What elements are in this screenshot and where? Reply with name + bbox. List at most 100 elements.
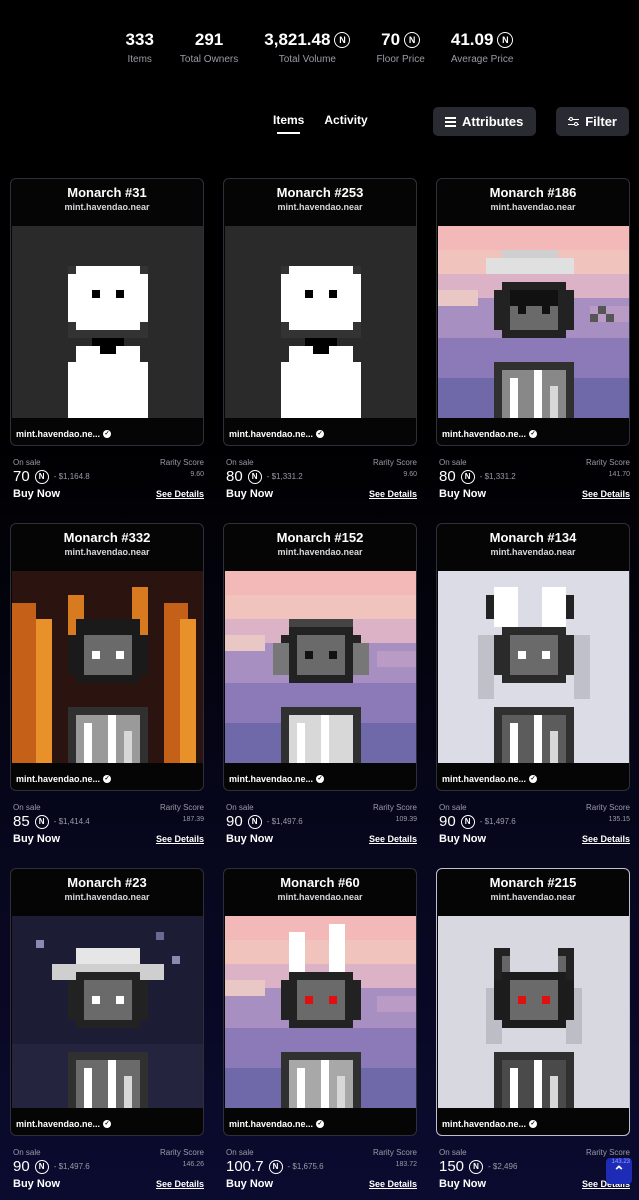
pixel-art (12, 916, 203, 1108)
rarity-label: Rarity Score (372, 458, 417, 467)
nft-image[interactable] (12, 226, 203, 418)
card-collection: mint.havendao.near (490, 202, 576, 212)
nft-image[interactable] (225, 916, 416, 1108)
on-sale-label: On sale (226, 1148, 254, 1157)
buy-now-button[interactable]: Buy Now (439, 488, 486, 500)
card-frame[interactable]: Monarch #253 mint.havendao.near mint.hav… (223, 178, 417, 446)
chevron-up-icon: ⌃ (613, 1162, 625, 1179)
buy-now-button[interactable]: Buy Now (439, 1178, 486, 1190)
pixel-art (438, 916, 629, 1108)
card-frame[interactable]: Monarch #186 mint.havendao.near mint.hav… (436, 178, 630, 446)
price-value: 85 (13, 813, 30, 830)
verified-icon: ✓ (316, 430, 325, 438)
card-frame[interactable]: Monarch #134 mint.havendao.near mint.hav… (436, 523, 630, 791)
nft-card[interactable]: Monarch #215 mint.havendao.near mint.hav… (436, 868, 630, 1190)
card-frame[interactable]: Monarch #332 mint.havendao.near mint.hav… (10, 523, 204, 791)
filter-label: Filter (585, 114, 617, 129)
card-owner: mint.havendao.ne... ✓ (16, 1119, 112, 1129)
price: 90 N - $1,497.6 (13, 1158, 90, 1175)
card-collection: mint.havendao.near (64, 892, 150, 902)
filter-button[interactable]: Filter (556, 107, 629, 136)
rarity-label: Rarity Score (585, 1148, 630, 1157)
rarity-label: Rarity Score (159, 1148, 204, 1157)
rarity-value: 146.26 (182, 1161, 204, 1168)
see-details-link[interactable]: See Details (369, 489, 417, 499)
see-details-link[interactable]: See Details (582, 489, 630, 499)
card-owner: mint.havendao.ne... ✓ (16, 429, 112, 439)
pixel-art (12, 226, 203, 418)
verified-icon: ✓ (529, 775, 538, 783)
buy-now-button[interactable]: Buy Now (13, 1178, 60, 1190)
nft-card[interactable]: Monarch #60 mint.havendao.near mint.have… (223, 868, 417, 1190)
stat-value: 291 (194, 30, 224, 49)
pixel-art (438, 226, 629, 418)
usd-price: - $1,331.2 (266, 472, 303, 481)
nft-image[interactable] (225, 226, 416, 418)
scroll-top-button[interactable]: 143.23 ⌃ (606, 1158, 632, 1184)
card-meta: On sale Rarity Score 109.39 90 N - $1,49… (223, 803, 417, 853)
card-frame[interactable]: Monarch #215 mint.havendao.near mint.hav… (436, 868, 630, 1136)
card-owner: mint.havendao.ne... ✓ (442, 429, 538, 439)
near-icon: N (34, 469, 49, 484)
price-value: 90 (226, 813, 243, 830)
buy-now-button[interactable]: Buy Now (226, 833, 273, 845)
nft-card[interactable]: Monarch #23 mint.havendao.near mint.have… (10, 868, 204, 1190)
buy-now-button[interactable]: Buy Now (439, 833, 486, 845)
tab-items[interactable]: Items (273, 113, 304, 134)
card-frame[interactable]: Monarch #23 mint.havendao.near mint.have… (10, 868, 204, 1136)
nft-card[interactable]: Monarch #186 mint.havendao.near mint.hav… (436, 178, 630, 500)
card-title: Monarch #215 (489, 875, 577, 890)
rarity-value: 187.39 (182, 816, 204, 823)
owner-name: mint.havendao.ne... (442, 429, 527, 439)
owner-name: mint.havendao.ne... (16, 774, 101, 784)
see-details-link[interactable]: See Details (156, 834, 204, 844)
card-frame[interactable]: Monarch #60 mint.havendao.near mint.have… (223, 868, 417, 1136)
verified-icon: ✓ (103, 430, 112, 438)
rarity-label: Rarity Score (372, 803, 417, 812)
buy-now-button[interactable]: Buy Now (226, 488, 273, 500)
buy-now-button[interactable]: Buy Now (13, 833, 60, 845)
nft-card[interactable]: Monarch #152 mint.havendao.near mint.hav… (223, 523, 417, 845)
nft-image[interactable] (12, 916, 203, 1108)
rarity-value: 109.39 (395, 816, 417, 823)
stat-label: Total Owners (179, 54, 239, 65)
card-frame[interactable]: Monarch #152 mint.havendao.near mint.hav… (223, 523, 417, 791)
card-title: Monarch #332 (63, 530, 151, 545)
card-frame[interactable]: Monarch #31 mint.havendao.near mint.have… (10, 178, 204, 446)
see-details-link[interactable]: See Details (156, 489, 204, 499)
see-details-link[interactable]: See Details (582, 834, 630, 844)
card-collection: mint.havendao.near (490, 547, 576, 557)
nft-image[interactable] (438, 571, 629, 763)
price: 85 N - $1,414.4 (13, 813, 90, 830)
attributes-button[interactable]: Attributes (433, 107, 536, 136)
see-details-link[interactable]: See Details (369, 1179, 417, 1189)
near-icon: N (247, 469, 262, 484)
nft-image[interactable] (438, 226, 629, 418)
nft-image[interactable] (225, 571, 416, 763)
card-title: Monarch #23 (67, 875, 147, 890)
nft-image[interactable] (438, 916, 629, 1108)
stat-value: 41.09 (450, 30, 494, 49)
usd-price: - $1,497.6 (479, 817, 516, 826)
pixel-art (225, 571, 416, 763)
usd-price: - $1,414.4 (53, 817, 90, 826)
stat-items: 333 Items (126, 30, 154, 65)
nft-card[interactable]: Monarch #134 mint.havendao.near mint.hav… (436, 523, 630, 845)
nft-card[interactable]: Monarch #332 mint.havendao.near mint.hav… (10, 523, 204, 845)
nft-image[interactable] (12, 571, 203, 763)
card-title: Monarch #60 (280, 875, 360, 890)
see-details-link[interactable]: See Details (369, 834, 417, 844)
card-meta: On sale Rarity Score 141.70 80 N - $1,33… (436, 458, 630, 508)
view-tabs: Items Activity (273, 113, 368, 134)
buy-now-button[interactable]: Buy Now (13, 488, 60, 500)
nft-card[interactable]: Monarch #31 mint.havendao.near mint.have… (10, 178, 204, 500)
tab-activity[interactable]: Activity (324, 113, 367, 127)
price: 80 N - $1,331.2 (439, 468, 516, 485)
nft-card[interactable]: Monarch #253 mint.havendao.near mint.hav… (223, 178, 417, 500)
stat-value: 3,821.48 (264, 30, 331, 49)
near-icon: N (404, 32, 421, 48)
usd-price: - $1,164.8 (53, 472, 90, 481)
see-details-link[interactable]: See Details (156, 1179, 204, 1189)
buy-now-button[interactable]: Buy Now (226, 1178, 273, 1190)
price-value: 80 (226, 468, 243, 485)
